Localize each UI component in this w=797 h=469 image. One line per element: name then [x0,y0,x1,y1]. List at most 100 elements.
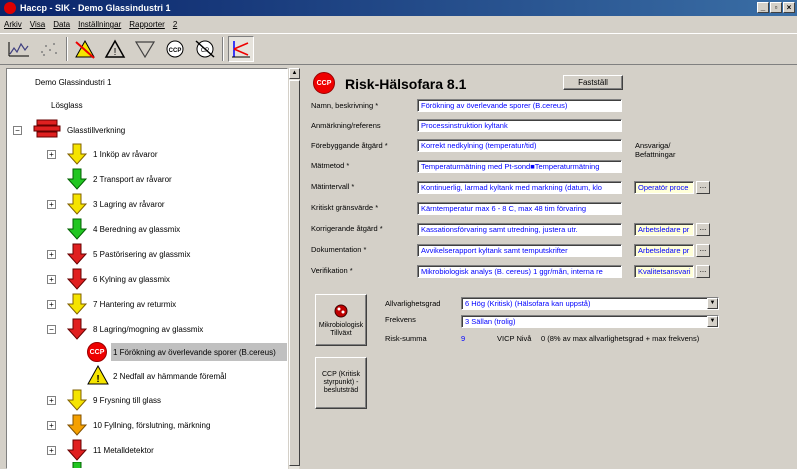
step-arrow-icon [67,218,87,240]
menu-arkiv[interactable]: Arkiv [4,20,22,29]
menu-rapporter[interactable]: Rapporter [129,20,165,29]
tree-step[interactable]: 9 Frysning till glass [93,396,161,405]
name-field[interactable]: Förökning av överlevande sporer (B.cereu… [417,99,622,112]
tree-scrollbar[interactable]: ▲ [288,68,300,469]
triangle-icon[interactable] [132,36,158,62]
window-title: Haccp - SIK - Demo Glassindustri 1 [20,3,171,13]
microbial-growth-button[interactable]: Mikrobiologisk Tillväxt [315,294,367,346]
fastall-button[interactable]: Fastställ [563,75,623,90]
chart-icon[interactable] [6,36,32,62]
tree-step[interactable]: 1 Inköp av råvaror [93,150,157,159]
ccp-split-icon[interactable] [228,36,254,62]
ccp-decision-tree-label: CCP (Kritisk styrpunkt) - beslutsträd [322,371,360,394]
frequency-value: 3 Sällan (trolig) [465,317,516,326]
reference-field[interactable]: Processinstruktion kyltank [417,119,622,132]
close-button[interactable]: × [783,2,795,13]
browse-button[interactable]: ... [696,244,710,257]
preventive-field[interactable]: Korrekt nedkylning (temperatur/tid) [417,139,622,152]
step-arrow-icon [67,293,87,315]
no-ccp-icon[interactable]: CP [192,36,218,62]
limit-field[interactable]: Kärntemperatur max 6 - 8 C, max 48 tim f… [417,202,622,215]
browse-button[interactable]: ... [696,181,710,194]
tree-step[interactable]: 8 Lagring/mogning av glassmix [93,325,203,334]
frequency-select[interactable]: 3 Sällan (trolig) ▼ [461,315,719,328]
severity-select[interactable]: 6 Hög (Kritisk) (Hälsofara kan uppstå) ▼ [461,297,719,310]
expand-icon[interactable]: + [47,275,56,284]
menu-visa[interactable]: Visa [30,20,45,29]
responsible-field[interactable]: Operatör proce [634,181,694,194]
collapse-icon[interactable]: − [47,325,56,334]
vicp-label: VICP Nivå [497,334,532,343]
tree-step[interactable]: 5 Pastörisering av glassmix [93,250,190,259]
ccp-badge-icon: CCP [87,342,107,362]
expand-icon[interactable]: + [47,300,56,309]
field-label: Förebyggande åtgärd * [311,141,388,150]
tree-root[interactable]: Demo Glassindustri 1 [35,78,111,87]
tree-process[interactable]: Glasstillverkning [67,126,125,135]
tree-risk-item[interactable]: 1 Förökning av överlevande sporer (B.cer… [113,348,276,357]
window-controls: _ ▫ × [757,2,795,13]
ccp-icon[interactable]: CCP [162,36,188,62]
ccp-decision-tree-button[interactable]: CCP (Kritisk styrpunkt) - beslutsträd [315,357,367,409]
app-icon [4,2,16,14]
tree-step[interactable]: 6 Kylning av glassmix [93,275,170,284]
microbe-icon [334,304,348,317]
toolbar-separator [222,37,224,61]
tree-step[interactable]: 3 Lagring av råvaror [93,200,165,209]
collapse-icon[interactable]: − [13,126,22,135]
expand-icon[interactable]: + [47,200,56,209]
responsible-field[interactable]: Arbetsledare pr [634,244,694,257]
menu-installningar[interactable]: Inställningar [78,20,121,29]
step-arrow-icon [67,193,87,215]
expand-icon[interactable]: + [47,396,56,405]
step-arrow-icon [67,243,87,265]
warning-icon[interactable]: ! [102,36,128,62]
responsible-field[interactable]: Arbetsledare pr [634,223,694,236]
verification-field[interactable]: Mikrobiologisk analys (B. cereus) 1 ggr/… [417,265,622,278]
svg-text:CCP: CCP [169,48,182,54]
expand-icon[interactable]: + [47,250,56,259]
vicp-value: 0 (8% av max allvarlighetsgrad + max fre… [541,334,700,343]
field-label: Dokumentation * [311,245,367,254]
menu-data[interactable]: Data [53,20,70,29]
expand-icon[interactable]: + [47,421,56,430]
field-label: Kritiskt gränsvärde * [311,203,379,212]
tree-step[interactable]: 10 Fyllning, förslutning, märkning [93,421,210,430]
minimize-button[interactable]: _ [757,2,769,13]
field-label: Namn, beskrivning * [311,101,379,110]
responsible-field[interactable]: Kvalitetsansvari [634,265,694,278]
scroll-thumb[interactable] [289,80,300,466]
ccp-badge-icon: CCP [313,72,335,94]
documentation-field[interactable]: Avvikelserapport kyltank samt temputskri… [417,244,622,257]
tree-step[interactable]: 11 Metalldetektor [93,446,154,455]
maximize-button[interactable]: ▫ [770,2,782,13]
expand-icon[interactable]: + [47,150,56,159]
browse-button[interactable]: ... [696,223,710,236]
expand-icon[interactable]: + [47,446,56,455]
chevron-down-icon[interactable]: ▼ [707,316,718,327]
scatter-icon[interactable] [36,36,62,62]
warning-icon: ! [87,365,109,385]
severity-label: Allvarlighetsgrad [385,299,441,308]
tree-step[interactable]: 2 Transport av råvaror [93,175,172,184]
svg-text:!: ! [96,374,99,385]
tree-risk-item[interactable]: 2 Nedfall av hämmande föremål [113,372,226,381]
interval-field[interactable]: Kontinuerlig, larmad kyltank med marknin… [417,181,622,194]
method-field[interactable]: Temperaturmätning med Pt-sond■Temperatur… [417,160,622,173]
browse-button[interactable]: ... [696,265,710,278]
microbial-growth-label: Mikrobiologisk Tillväxt [318,321,364,337]
menu-2[interactable]: 2 [173,20,177,29]
step-arrow-icon [72,462,82,468]
step-arrow-icon [67,168,87,190]
tree-step[interactable]: 7 Hantering av returmix [93,300,176,309]
corrective-field[interactable]: Kassationsförvaring samt utredning, just… [417,223,622,236]
tree-product[interactable]: Lösglass [51,101,83,110]
toolbar-separator [66,37,68,61]
step-arrow-icon [67,268,87,290]
no-warning-icon[interactable] [72,36,98,62]
tree-step[interactable]: 4 Beredning av glassmix [93,225,180,234]
scroll-up-icon[interactable]: ▲ [289,68,300,79]
severity-value: 6 Hög (Kritisk) (Hälsofara kan uppstå) [465,299,591,308]
chevron-down-icon[interactable]: ▼ [707,298,718,309]
step-arrow-icon [67,439,87,461]
